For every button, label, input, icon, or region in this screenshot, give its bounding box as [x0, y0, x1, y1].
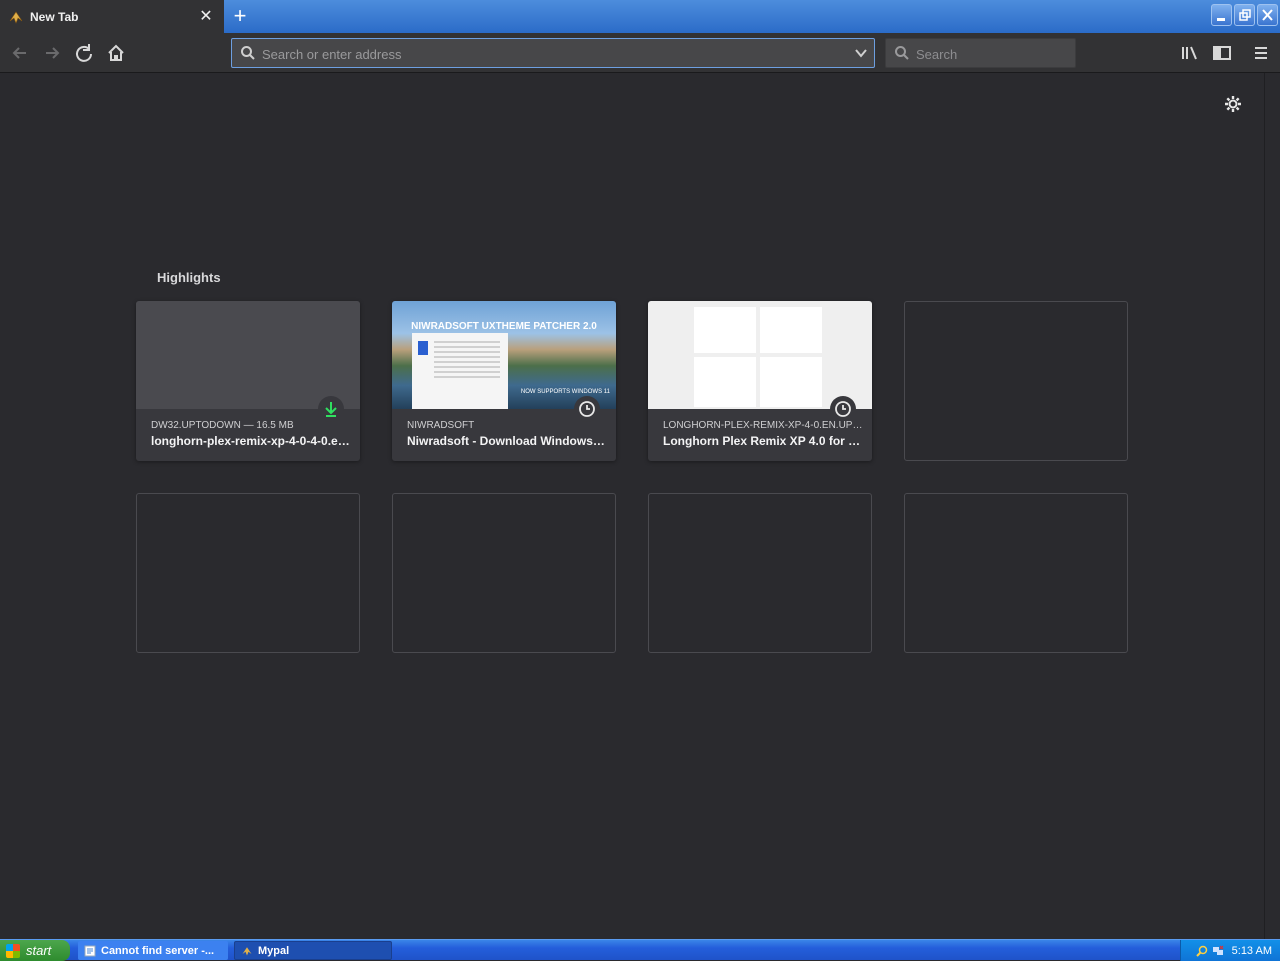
chevron-down-icon[interactable]: [854, 46, 868, 60]
thumbnail-logo: [418, 341, 428, 355]
search-input[interactable]: [916, 43, 1066, 65]
taskbar-item-label: Mypal: [258, 944, 290, 957]
download-icon: [318, 396, 344, 422]
network-tray-icon[interactable]: [1212, 945, 1224, 957]
page-scrollbar[interactable]: [1264, 73, 1280, 939]
close-window-icon[interactable]: [1257, 4, 1278, 26]
sidebar-icon[interactable]: [1211, 42, 1233, 64]
highlight-card[interactable]: NIWRADSOFT UXTHEME PATCHER 2.0 NOW SUPPO…: [392, 301, 616, 461]
highlights-heading: Highlights: [157, 270, 221, 285]
mypal-icon: [8, 9, 24, 25]
card-host: DW32.UPTODOWN — 16.5 MB: [151, 420, 294, 431]
history-icon: [830, 396, 856, 422]
thumbnail-subtext: NOW SUPPORTS WINDOWS 11: [520, 389, 610, 395]
empty-highlight-slot: [392, 493, 616, 653]
history-icon: [574, 396, 600, 422]
taskbar: start Cannot find server -... Mypal 5:13…: [0, 939, 1280, 961]
card-thumbnail: NIWRADSOFT UXTHEME PATCHER 2.0 NOW SUPPO…: [392, 301, 616, 409]
thumbnail-window-pane: [694, 307, 756, 353]
minimize-icon[interactable]: [1211, 4, 1232, 26]
gear-icon[interactable]: [1222, 93, 1244, 115]
thumbnail-banner-text: NIWRADSOFT UXTHEME PATCHER 2.0: [411, 321, 597, 332]
thumbnail-window-pane: [694, 357, 756, 407]
empty-highlight-slot: [136, 493, 360, 653]
search-icon: [240, 45, 256, 61]
start-label: start: [26, 943, 52, 958]
taskbar-item-mypal[interactable]: Mypal: [234, 941, 392, 960]
new-tab-button[interactable]: +: [228, 5, 252, 27]
address-bar[interactable]: [231, 38, 875, 68]
system-tray: 5:13 AM: [1180, 940, 1280, 961]
highlight-card[interactable]: LONGHORN-PLEX-REMIX-XP-4-0.EN.UPTODOWN.C…: [648, 301, 872, 461]
thumbnail-text-lines: [434, 341, 500, 381]
thumbnail-window-pane: [760, 357, 822, 407]
window-controls: [1211, 4, 1278, 26]
card-thumbnail: [136, 301, 360, 409]
home-icon[interactable]: [102, 39, 130, 67]
mypal-icon: [241, 945, 253, 957]
ie-page-icon: [84, 945, 96, 957]
card-title: longhorn-plex-remix-xp-4-0-4-0.exe: [151, 434, 351, 448]
card-host: NIWRADSOFT: [407, 420, 475, 431]
tab-title: New Tab: [30, 9, 79, 24]
back-icon[interactable]: [6, 39, 34, 67]
card-title: Niwradsoft - Download Windows Themes: [407, 434, 607, 448]
nav-toolbar: [0, 33, 1280, 73]
search-icon: [894, 45, 910, 61]
tab-strip: New Tab ✕ +: [0, 0, 1280, 33]
close-tab-icon[interactable]: ✕: [196, 7, 216, 27]
restore-icon[interactable]: [1234, 4, 1255, 26]
search-bar[interactable]: [885, 38, 1076, 68]
highlight-card[interactable]: DW32.UPTODOWN — 16.5 MB longhorn-plex-re…: [136, 301, 360, 461]
tab-new-tab[interactable]: New Tab ✕: [0, 0, 224, 33]
reload-icon[interactable]: [70, 39, 98, 67]
start-button[interactable]: start: [0, 940, 70, 961]
empty-highlight-slot: [904, 301, 1128, 461]
forward-icon[interactable]: [38, 39, 66, 67]
hamburger-menu-icon[interactable]: [1250, 42, 1272, 64]
thumbnail-document: [412, 333, 508, 409]
thumbnail-window-pane: [760, 307, 822, 353]
empty-highlight-slot: [648, 493, 872, 653]
card-thumbnail: [648, 301, 872, 409]
empty-highlight-slot: [904, 493, 1128, 653]
library-icon[interactable]: [1179, 42, 1201, 64]
card-host: LONGHORN-PLEX-REMIX-XP-4-0.EN.UPTODOWN.C…: [663, 420, 863, 431]
new-tab-page: Highlights DW32.UPTODOWN — 16.5 MB longh…: [0, 73, 1264, 939]
card-title: Longhorn Plex Remix XP 4.0 for Windows: [663, 434, 863, 448]
taskbar-item-label: Cannot find server -...: [101, 944, 215, 957]
address-input[interactable]: [262, 43, 842, 65]
taskbar-item-ie[interactable]: Cannot find server -...: [78, 941, 228, 960]
search-tray-icon[interactable]: [1195, 945, 1208, 957]
windows-logo-icon: [6, 943, 20, 958]
clock: 5:13 AM: [1231, 944, 1272, 957]
